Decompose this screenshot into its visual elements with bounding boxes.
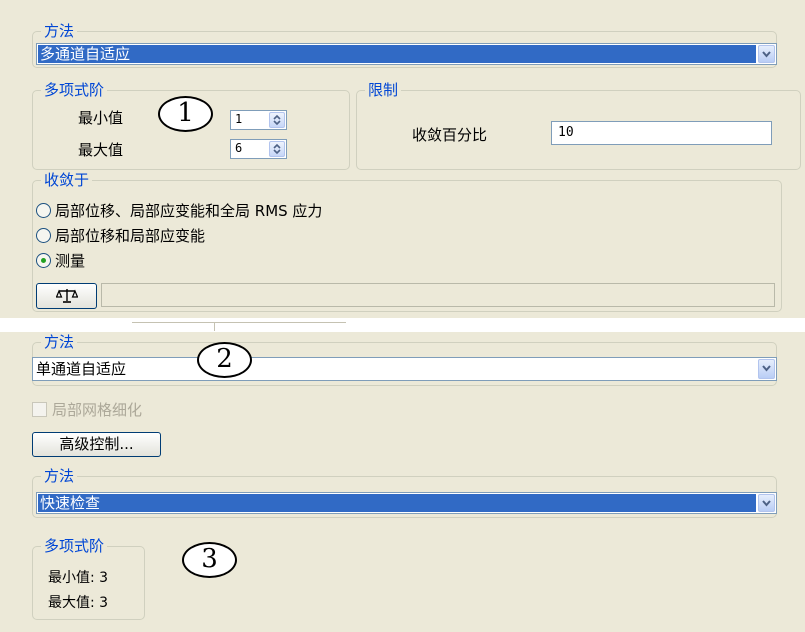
chevron-down-icon[interactable] [758,359,775,379]
method-legend-3: 方法 [44,467,75,485]
method-legend-1: 方法 [44,22,75,40]
method-legend-2: 方法 [44,333,75,351]
option-label-global-rms: 局部位移、局部应变能和全局 RMS 应力 [55,202,323,220]
option-radio-local-strain[interactable] [36,228,51,243]
advanced-controls-button[interactable]: 高级控制... [32,432,161,457]
limit-legend: 限制 [368,81,399,99]
chevron-down-icon[interactable] [758,494,775,512]
method-dropdown-value-1: 多通道自适应 [38,45,756,63]
callout-2: 2 [197,342,252,378]
local-refine-label: 局部网格细化 [52,401,143,419]
spin-arrows-icon[interactable] [269,141,285,157]
max-value-spinner[interactable]: 6 [230,139,287,159]
method-dropdown-value-2: 单通道自适应 [36,360,127,378]
option-radio-measure[interactable] [36,253,51,268]
method-dropdown-1[interactable]: 多通道自适应 [36,43,777,65]
polynomial-order-legend-3: 多项式阶 [44,537,105,555]
option-radio-global-rms[interactable] [36,203,51,218]
measure-button[interactable] [36,283,97,309]
converge-on-legend: 收敛于 [44,171,90,189]
spin-arrows-icon[interactable] [269,112,285,128]
polynomial-order-legend: 多项式阶 [44,81,105,99]
max-value: 6 [235,141,243,155]
convergence-percent-label: 收敛百分比 [412,126,488,144]
chevron-down-icon[interactable] [758,45,775,63]
tab-strip-divider [0,318,805,332]
callout-1: 1 [158,96,213,132]
method-dropdown-3[interactable]: 快速检查 [36,492,777,514]
min-value-label: 最小值 [78,109,124,127]
callout-3: 3 [182,542,237,578]
method-dropdown-value-3: 快速检查 [38,494,756,512]
max-value-label: 最大值 [78,141,124,159]
option-label-local-strain: 局部位移和局部应变能 [55,227,206,245]
max-value-readout: 最大值: 3 [48,595,109,611]
option-label-measure: 测量 [55,252,86,270]
local-refine-checkbox[interactable] [32,402,47,417]
convergence-percent-input[interactable]: 10 [551,121,772,145]
measure-scale-icon [55,289,78,303]
method-dropdown-2[interactable]: 单通道自适应 [32,357,777,381]
min-value-readout: 最小值: 3 [48,570,109,586]
min-value-spinner[interactable]: 1 [230,110,287,130]
min-value: 1 [235,112,243,126]
measure-result-field [101,283,775,307]
